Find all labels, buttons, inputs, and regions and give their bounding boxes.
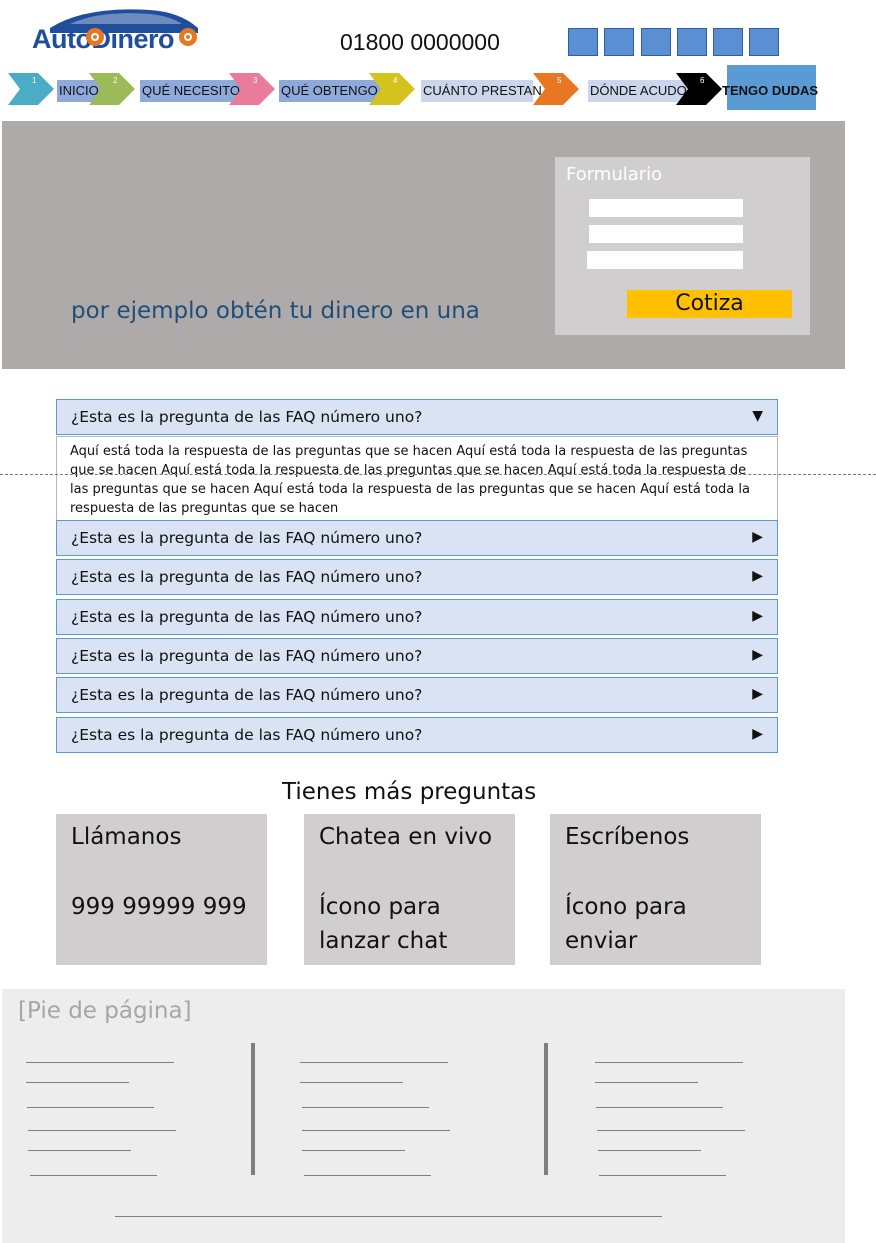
step-number: 5 <box>557 76 562 85</box>
faq-item[interactable]: ¿Esta es la pregunta de las FAQ número u… <box>56 520 778 556</box>
faq-item[interactable]: ¿Esta es la pregunta de las FAQ número u… <box>56 638 778 674</box>
faq-item[interactable]: ¿Esta es la pregunta de las FAQ número u… <box>56 717 778 753</box>
footer-divider <box>251 1043 255 1175</box>
footer-link-placeholder[interactable] <box>27 1107 154 1108</box>
guide-dashed-line <box>0 474 876 475</box>
faq-item[interactable]: ¿Esta es la pregunta de las FAQ número u… <box>56 677 778 713</box>
faq-item-expanded[interactable]: ¿Esta es la pregunta de las FAQ número u… <box>56 399 778 435</box>
footer-title: [Pie de página] <box>18 998 192 1024</box>
faq-answer: Aquí está toda la respuesta de las pregu… <box>56 436 778 522</box>
caret-down-icon: ▼ <box>752 408 763 424</box>
faq-item[interactable]: ¿Esta es la pregunta de las FAQ número u… <box>56 599 778 635</box>
nav-item-4[interactable]: CUÁNTO PRESTAN <box>421 80 542 102</box>
footer-bottom-line <box>115 1216 662 1217</box>
footer-link-placeholder[interactable] <box>595 1082 698 1083</box>
social-icon[interactable] <box>641 28 671 56</box>
form-field-3[interactable] <box>587 251 743 269</box>
faq-question: ¿Esta es la pregunta de las FAQ número u… <box>71 686 423 704</box>
footer-link-placeholder[interactable] <box>304 1175 431 1176</box>
footer-link-placeholder[interactable] <box>599 1175 726 1176</box>
nav-item-label: CUÁNTO PRESTAN <box>423 83 542 98</box>
social-icon[interactable] <box>713 28 743 56</box>
faq-question: ¿Esta es la pregunta de las FAQ número u… <box>71 408 423 426</box>
footer-link-placeholder[interactable] <box>598 1150 701 1151</box>
footer-link-placeholder[interactable] <box>302 1150 405 1151</box>
footer-link-placeholder[interactable] <box>597 1130 745 1131</box>
step-3-chevron-icon[interactable]: 3 <box>229 71 277 107</box>
social-icon[interactable] <box>677 28 707 56</box>
form-field-1[interactable] <box>589 199 743 217</box>
social-icon[interactable] <box>749 28 779 56</box>
footer-link-placeholder[interactable] <box>596 1107 723 1108</box>
form-field-2[interactable] <box>589 225 743 243</box>
nav-item-label: DÓNDE ACUDO <box>590 83 687 98</box>
caret-right-icon: ▶ <box>752 529 763 545</box>
chat-card[interactable]: Chatea en vivo Ícono para lanzar chat <box>304 814 515 965</box>
step-5-chevron-icon[interactable]: 5 <box>533 71 581 107</box>
faq-question: ¿Esta es la pregunta de las FAQ número u… <box>71 529 423 547</box>
card-body: 999 99999 999 <box>71 894 247 920</box>
hero-text: por ejemplo obtén tu dinero en una <box>71 298 480 324</box>
more-questions-title: Tienes más preguntas <box>282 779 537 805</box>
card-body: Ícono para lanzar chat <box>319 894 448 954</box>
footer-link-placeholder[interactable] <box>26 1082 129 1083</box>
footer-divider <box>544 1043 548 1175</box>
caret-right-icon: ▶ <box>752 686 763 702</box>
faq-question: ¿Esta es la pregunta de las FAQ número u… <box>71 726 423 744</box>
nav-item-6[interactable]: TENGO DUDAS <box>722 65 818 110</box>
phone-number[interactable]: 01800 0000000 <box>340 29 500 56</box>
social-icon[interactable] <box>604 28 634 56</box>
caret-right-icon: ▶ <box>752 568 763 584</box>
autodinero-logo[interactable]: AutoDinero <box>30 6 205 54</box>
faq-answer-text: Aquí está toda la respuesta de las pregu… <box>70 444 750 516</box>
step-number: 1 <box>32 76 37 85</box>
call-card[interactable]: Llámanos 999 99999 999 <box>56 814 267 965</box>
footer-link-placeholder[interactable] <box>28 1130 176 1131</box>
caret-right-icon: ▶ <box>752 726 763 742</box>
card-body: Ícono para enviar <box>565 894 687 954</box>
step-number: 4 <box>393 76 398 85</box>
form-title: Formulario <box>566 164 663 185</box>
faq-question: ¿Esta es la pregunta de las FAQ número u… <box>71 647 423 665</box>
card-title: Llámanos <box>71 824 182 850</box>
nav-item-label: QUÉ OBTENGO <box>281 83 378 98</box>
step-2-chevron-icon[interactable]: 2 <box>89 71 137 107</box>
card-title: Chatea en vivo <box>319 824 493 850</box>
write-card[interactable]: Escríbenos Ícono para enviar <box>550 814 761 965</box>
footer-link-placeholder[interactable] <box>302 1130 450 1131</box>
footer <box>2 989 845 1243</box>
step-number: 3 <box>253 76 258 85</box>
footer-link-placeholder[interactable] <box>300 1082 403 1083</box>
footer-link-placeholder[interactable] <box>26 1062 174 1063</box>
caret-right-icon: ▶ <box>752 608 763 624</box>
footer-link-placeholder[interactable] <box>300 1062 448 1063</box>
faq-item[interactable]: ¿Esta es la pregunta de las FAQ número u… <box>56 559 778 595</box>
nav-item-5[interactable]: DÓNDE ACUDO <box>588 80 690 102</box>
nav-item-2[interactable]: QUÉ NECESITO <box>140 80 242 102</box>
step-6-chevron-icon[interactable]: 6 <box>676 71 724 107</box>
nav-item-label: TENGO DUDAS <box>722 83 819 98</box>
wheel-icon <box>179 28 197 46</box>
step-1-chevron-icon[interactable]: 1 <box>8 71 56 107</box>
footer-link-placeholder[interactable] <box>595 1062 743 1063</box>
step-number: 6 <box>700 76 705 85</box>
footer-link-placeholder[interactable] <box>28 1150 131 1151</box>
faq-question: ¿Esta es la pregunta de las FAQ número u… <box>71 568 423 586</box>
footer-link-placeholder[interactable] <box>30 1175 157 1176</box>
faq-question: ¿Esta es la pregunta de las FAQ número u… <box>71 608 423 626</box>
social-icon[interactable] <box>568 28 598 56</box>
wheel-icon <box>86 28 104 46</box>
step-4-chevron-icon[interactable]: 4 <box>369 71 417 107</box>
footer-link-placeholder[interactable] <box>302 1107 429 1108</box>
cotiza-button[interactable]: Cotiza <box>627 290 792 318</box>
step-number: 2 <box>113 76 118 85</box>
card-title: Escríbenos <box>565 824 690 850</box>
caret-right-icon: ▶ <box>752 647 763 663</box>
nav-item-label: QUÉ NECESITO <box>142 83 241 98</box>
